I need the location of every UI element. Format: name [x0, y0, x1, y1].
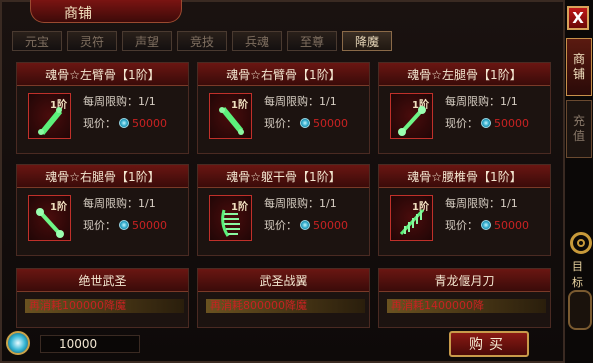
gem-icon	[300, 118, 310, 128]
weekly-limit: 每周限购：1/1	[264, 197, 337, 210]
item-name: 魂骨☆左腿骨【1阶】	[379, 63, 550, 86]
side-tab-recharge[interactable]: 充 值	[566, 100, 592, 158]
gem-icon	[119, 118, 129, 128]
reward-name: 武圣战翼	[198, 269, 369, 292]
close-button[interactable]: X	[567, 6, 589, 30]
reward-card[interactable]: 武圣战翼 再消耗800000降魔	[197, 268, 370, 328]
weekly-limit: 每周限购：1/1	[445, 197, 518, 210]
category-tabs: 元宝 灵符 声望 竞技 兵魂 至尊 降魔	[12, 31, 552, 55]
target-ring-icon[interactable]	[570, 232, 592, 254]
price-value: 50000	[132, 218, 167, 232]
tab-shengwang[interactable]: 声望	[122, 31, 172, 51]
price-row: 现价： 50000	[445, 115, 529, 131]
item-name: 魂骨☆右臂骨【1阶】	[198, 63, 369, 86]
window-title: 商铺	[64, 6, 92, 22]
bone-spine-icon	[399, 208, 425, 236]
tab-lingfu[interactable]: 灵符	[67, 31, 117, 51]
price-label: 现价：	[264, 117, 297, 130]
bone-leg-icon	[398, 106, 426, 136]
tab-yuanbao[interactable]: 元宝	[12, 31, 62, 51]
currency-balance: 10000	[40, 335, 140, 353]
item-slot[interactable]: 1阶	[28, 195, 71, 241]
buy-button[interactable]: 购买	[449, 331, 529, 357]
side-tab-recharge-char-1: 充	[572, 114, 585, 128]
bone-arm-icon	[219, 107, 244, 135]
gem-icon	[119, 220, 129, 230]
price-value: 50000	[313, 116, 348, 130]
item-name: 魂骨☆腰椎骨【1阶】	[379, 165, 550, 188]
reward-card[interactable]: 青龙偃月刀 再消耗1400000降	[378, 268, 551, 328]
title-tab	[30, 0, 182, 23]
weekly-limit: 每周限购：1/1	[83, 197, 156, 210]
item-card[interactable]: 魂骨☆躯干骨【1阶】 1阶 每周限购：1/1 现价： 50000	[197, 164, 370, 256]
item-card[interactable]: 魂骨☆左臂骨【1阶】 1阶 每周限购：1/1 现价： 50000	[16, 62, 189, 154]
item-name: 魂骨☆左臂骨【1阶】	[17, 63, 188, 86]
tab-jingji[interactable]: 竞技	[177, 31, 227, 51]
price-value: 50000	[132, 116, 167, 130]
item-name: 魂骨☆右腿骨【1阶】	[17, 165, 188, 188]
item-slot[interactable]: 1阶	[390, 93, 433, 139]
weekly-limit: 每周限购：1/1	[445, 95, 518, 108]
item-card[interactable]: 魂骨☆右腿骨【1阶】 1阶 每周限购：1/1 现价： 50000	[16, 164, 189, 256]
price-label: 现价：	[445, 117, 478, 130]
item-card[interactable]: 魂骨☆右臂骨【1阶】 1阶 每周限购：1/1 现价： 50000	[197, 62, 370, 154]
reward-card[interactable]: 绝世武圣 再消耗100000降魔	[16, 268, 189, 328]
reward-requirement: 再消耗800000降魔	[206, 299, 365, 313]
item-slot[interactable]: 1阶	[390, 195, 433, 241]
price-row: 现价： 50000	[83, 115, 167, 131]
currency-gem-icon	[6, 331, 30, 355]
price-row: 现价： 50000	[83, 217, 167, 233]
item-slot[interactable]: 1阶	[209, 93, 252, 139]
item-card[interactable]: 魂骨☆腰椎骨【1阶】 1阶 每周限购：1/1 现价： 50000	[378, 164, 551, 256]
price-value: 50000	[494, 116, 529, 130]
item-slot[interactable]: 1阶	[28, 93, 71, 139]
reward-requirement: 再消耗100000降魔	[25, 299, 184, 313]
price-row: 现价： 50000	[264, 115, 348, 131]
gem-icon	[481, 220, 491, 230]
item-name: 魂骨☆躯干骨【1阶】	[198, 165, 369, 188]
bone-leg-icon	[36, 208, 64, 238]
side-tab-shop-char-1: 商	[572, 52, 585, 66]
price-label: 现价：	[264, 219, 297, 232]
gem-icon	[481, 118, 491, 128]
side-ornament	[568, 290, 592, 330]
reward-requirement: 再消耗1400000降	[387, 299, 546, 313]
item-slot[interactable]: 1阶	[209, 195, 252, 241]
gem-icon	[300, 220, 310, 230]
tab-binghun[interactable]: 兵魂	[232, 31, 282, 51]
side-tab-shop[interactable]: 商 铺	[566, 38, 592, 96]
reward-name: 绝世武圣	[17, 269, 188, 292]
bone-arm-icon	[38, 107, 63, 135]
price-row: 现价： 50000	[445, 217, 529, 233]
side-tab-recharge-char-2: 值	[572, 129, 585, 143]
price-label: 现价：	[83, 117, 116, 130]
price-value: 50000	[494, 218, 529, 232]
weekly-limit: 每周限购：1/1	[83, 95, 156, 108]
price-label: 现价：	[445, 219, 478, 232]
price-row: 现价： 50000	[264, 217, 348, 233]
bone-torso-icon	[221, 209, 240, 237]
tab-zhizun[interactable]: 至尊	[287, 31, 337, 51]
side-tab-shop-char-2: 铺	[572, 67, 585, 81]
tab-xiangmo[interactable]: 降魔	[342, 31, 392, 51]
weekly-limit: 每周限购：1/1	[264, 95, 337, 108]
price-value: 50000	[313, 218, 348, 232]
target-label: 目标	[572, 260, 583, 289]
price-label: 现价：	[83, 219, 116, 232]
reward-name: 青龙偃月刀	[379, 269, 550, 292]
item-card[interactable]: 魂骨☆左腿骨【1阶】 1阶 每周限购：1/1 现价： 50000	[378, 62, 551, 154]
